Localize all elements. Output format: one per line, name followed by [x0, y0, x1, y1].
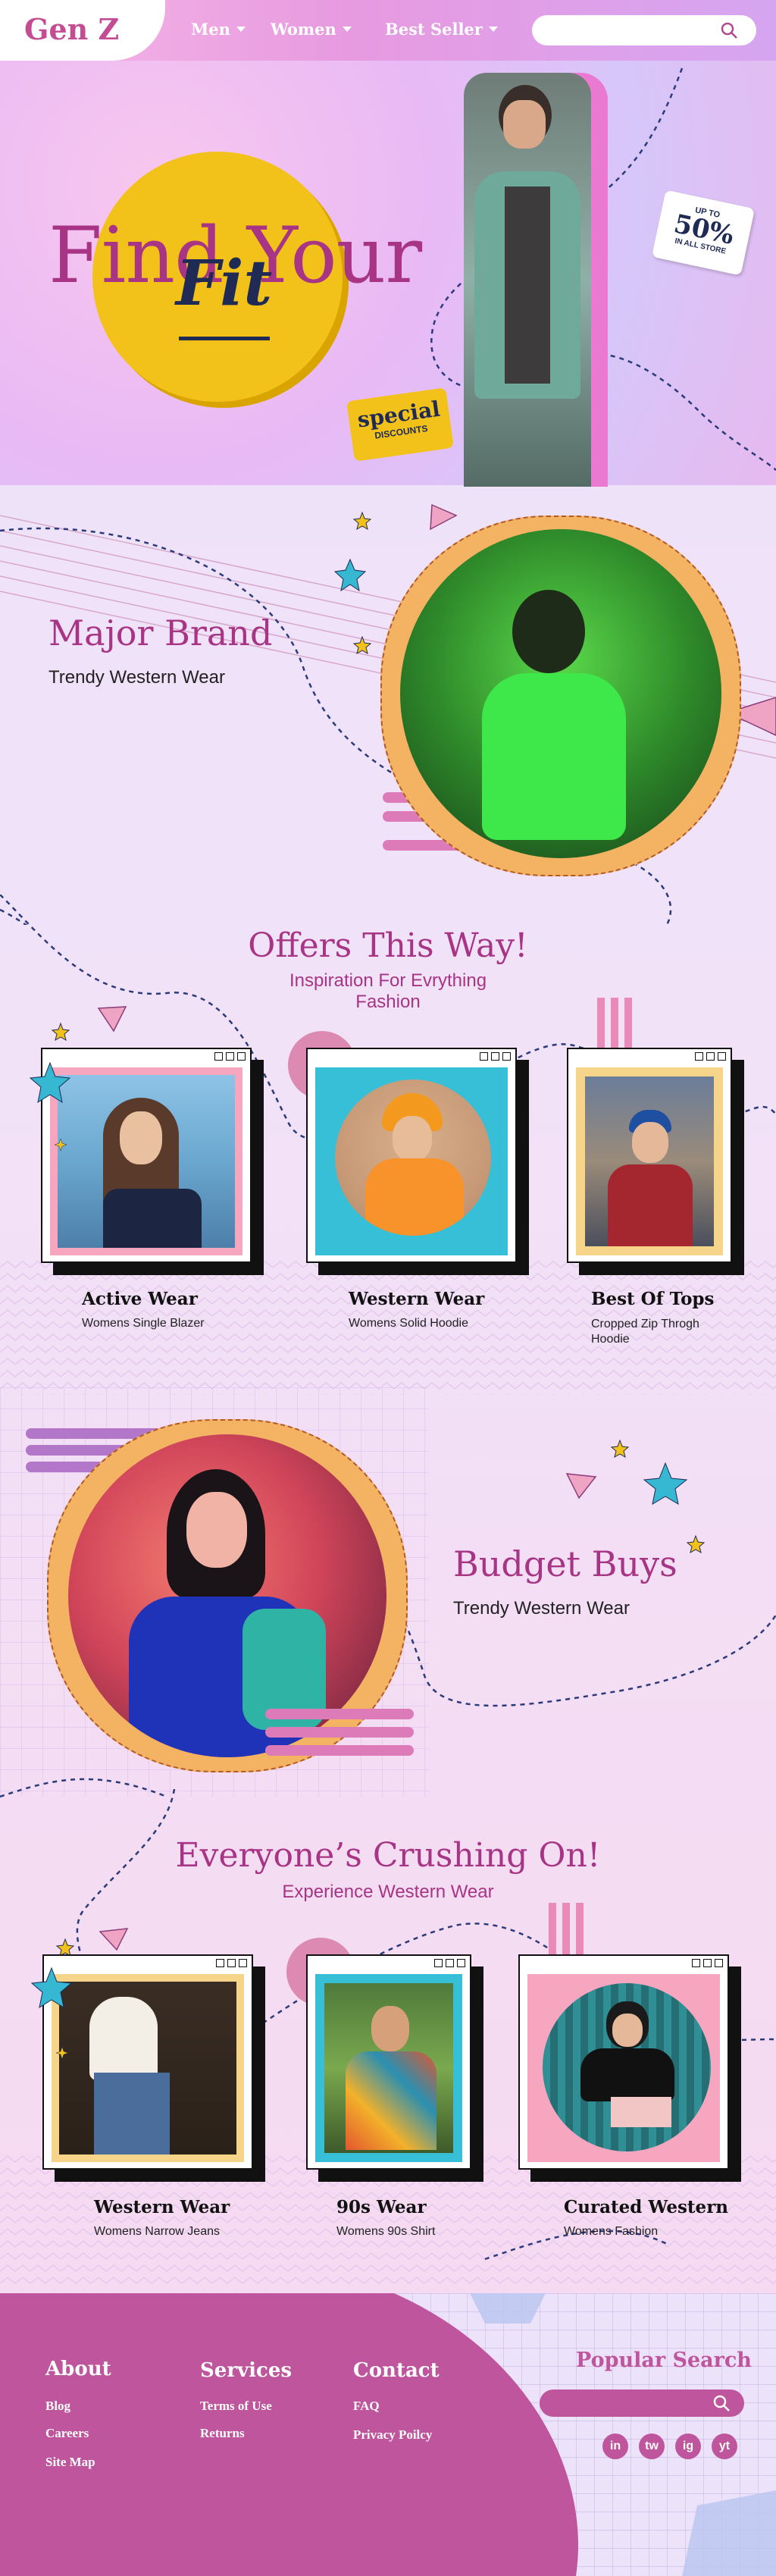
nav-men-label: Men	[191, 20, 230, 39]
offer-card-1-title: Active Wear	[82, 1289, 198, 1309]
close-icon	[718, 1052, 726, 1061]
star-icon	[30, 1966, 73, 2009]
chevron-down-icon	[236, 27, 246, 32]
offer-card-2-image	[335, 1080, 491, 1236]
decor-stripe	[265, 1727, 414, 1738]
offer-card-1-subtitle: Womens Single Blazer	[82, 1317, 205, 1330]
offer-card-3-image	[585, 1076, 714, 1246]
offers-subtitle: Inspiration For Evrything Fashion	[289, 970, 487, 1012]
minimize-icon	[692, 1959, 700, 1967]
offer-card-3-title: Best Of Tops	[591, 1289, 715, 1309]
chevron-down-icon	[342, 27, 352, 32]
decor-stripe	[265, 1709, 414, 1719]
window-buttons	[214, 1052, 246, 1061]
footer-services-heading: Services	[200, 2359, 293, 2382]
maximize-icon	[227, 1959, 236, 1967]
search-icon[interactable]	[712, 2394, 731, 2412]
crushing-card-3-image	[543, 1983, 711, 2151]
youtube-icon[interactable]: yt	[712, 2433, 737, 2459]
close-icon	[457, 1959, 465, 1967]
offer-card-3-subtitle: Cropped Zip Throgh Hoodie	[591, 1318, 699, 1346]
window-buttons	[434, 1959, 465, 1967]
crushing-card-1-title: Western Wear	[94, 2197, 230, 2217]
crushing-card-3[interactable]	[518, 1954, 729, 2170]
offer-card-3[interactable]	[567, 1048, 732, 1263]
offer-card-1-image	[58, 1075, 235, 1248]
minimize-icon	[480, 1052, 488, 1061]
nav-men[interactable]: Men	[191, 20, 246, 39]
footer-contact-heading: Contact	[353, 2359, 440, 2382]
logo[interactable]: Gen Z	[24, 12, 119, 46]
chevron-down-icon	[488, 27, 498, 32]
minimize-icon	[434, 1959, 443, 1967]
crushing-card-2-title: 90s Wear	[336, 2197, 427, 2217]
linkedin-icon[interactable]: in	[602, 2433, 628, 2459]
maximize-icon	[446, 1959, 454, 1967]
footer-link-site-map[interactable]: Site Map	[45, 2455, 95, 2470]
footer-link-faq[interactable]: FAQ	[353, 2399, 380, 2414]
offer-card-2-title: Western Wear	[349, 1289, 485, 1309]
close-icon	[715, 1959, 723, 1967]
crushing-subtitle: Experience Western Wear	[282, 1882, 494, 1902]
major-brand-image	[400, 529, 721, 858]
crushing-card-2-subtitle: Womens 90s Shirt	[336, 2225, 436, 2238]
window-buttons	[216, 1959, 247, 1967]
offer-card-2-subtitle: Womens Solid Hoodie	[349, 1317, 469, 1330]
nav-women-label: Women	[271, 20, 336, 39]
close-icon	[502, 1052, 511, 1061]
maximize-icon	[703, 1959, 712, 1967]
footer-link-blog[interactable]: Blog	[45, 2399, 70, 2414]
nav-best-seller-label: Best Seller	[385, 20, 483, 39]
search-icon[interactable]	[720, 21, 738, 39]
major-brand-subtitle: Trendy Western Wear	[48, 667, 225, 688]
budget-title: Budget Buys	[453, 1543, 677, 1584]
sparkle-icon	[56, 2047, 68, 2059]
hero-accent-word: Fit	[176, 247, 273, 320]
hero-model-image	[464, 73, 591, 487]
popular-search-heading: Popular Search	[576, 2349, 752, 2372]
crushing-card-2[interactable]	[306, 1954, 471, 2170]
maximize-icon	[491, 1052, 499, 1061]
minimize-icon	[214, 1052, 223, 1061]
footer-about-heading: About	[45, 2358, 111, 2380]
budget-subtitle: Trendy Western Wear	[453, 1598, 630, 1619]
minimize-icon	[695, 1052, 703, 1061]
footer-link-privacy[interactable]: Privacy Poilcy	[353, 2427, 432, 2443]
crushing-card-1-image	[59, 1982, 236, 2155]
minimize-icon	[216, 1959, 224, 1967]
footer-link-careers[interactable]: Careers	[45, 2426, 89, 2441]
crushing-card-3-title: Curated Western	[564, 2197, 729, 2217]
window-buttons	[695, 1052, 726, 1061]
close-icon	[237, 1052, 246, 1061]
crushing-card-3-subtitle: Womens Fashion	[564, 2225, 659, 2238]
crushing-title: Everyone’s Crushing On!	[175, 1836, 601, 1875]
star-icon	[29, 1061, 71, 1104]
maximize-icon	[226, 1052, 234, 1061]
window-buttons	[692, 1959, 723, 1967]
decor-stripe	[265, 1745, 414, 1756]
offers-title: Offers This Way!	[248, 926, 528, 965]
footer-link-terms[interactable]: Terms of Use	[200, 2399, 272, 2414]
nav-women[interactable]: Women	[271, 20, 352, 39]
major-brand-title: Major Brand	[48, 613, 273, 653]
footer-link-returns[interactable]: Returns	[200, 2426, 245, 2441]
twitter-icon[interactable]: tw	[639, 2433, 665, 2459]
hero-underline	[179, 337, 270, 340]
offer-card-2[interactable]	[306, 1048, 517, 1263]
sparkle-icon	[55, 1139, 67, 1151]
close-icon	[239, 1959, 247, 1967]
nav-best-seller[interactable]: Best Seller	[385, 20, 498, 39]
instagram-icon[interactable]: ig	[675, 2433, 701, 2459]
crushing-card-2-image	[324, 1983, 453, 2153]
window-buttons	[480, 1052, 511, 1061]
crushing-card-1-subtitle: Womens Narrow Jeans	[94, 2225, 220, 2238]
maximize-icon	[706, 1052, 715, 1061]
